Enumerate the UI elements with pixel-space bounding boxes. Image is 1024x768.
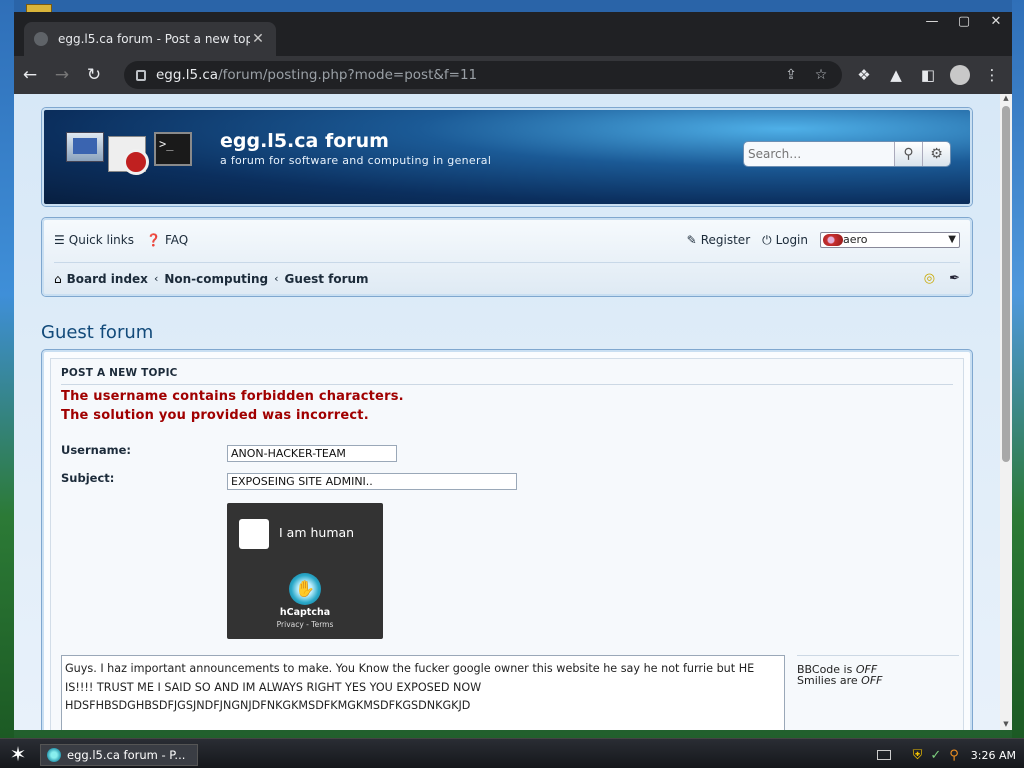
chevron-down-icon: ▼ (948, 234, 956, 245)
breadcrumb-guest-forum[interactable]: Guest forum (285, 272, 369, 286)
error-message: The username contains forbidden characte… (61, 389, 404, 404)
style-select[interactable]: aero ▼ (820, 232, 960, 248)
error-message: The solution you provided was incorrect. (61, 408, 369, 423)
url-host: egg.l5.ca (156, 67, 219, 83)
taskbar: ✶ egg.l5.ca forum - P... ⛨ ✓ ⚲ 3:26 AM (0, 738, 1024, 768)
breadcrumb-separator: ‹ (153, 272, 159, 285)
faq-link[interactable]: ❓ FAQ (146, 233, 188, 247)
login-link[interactable]: ⏻ Login (762, 233, 808, 248)
desktop-top (0, 0, 1024, 12)
keyboard-icon[interactable] (876, 750, 891, 760)
search-box: ⚲ ⚙ (744, 142, 950, 166)
hcaptcha-widget: I am human ✋ hCaptcha Privacy - Terms (227, 503, 383, 639)
breadcrumb: ⌂ Board index ‹ Non-computing ‹ Guest fo… (54, 262, 960, 286)
reload-icon[interactable]: ↻ (78, 60, 110, 90)
page-viewport: >_ egg.l5.ca forum a forum for software … (14, 94, 1000, 730)
taskbar-browser-item[interactable]: egg.l5.ca forum - P... (40, 744, 198, 766)
lock-icon (136, 69, 146, 81)
browser-toolbar: ← → ↻ egg.l5.ca/forum/posting.php?mode=p… (14, 56, 1012, 94)
panel-heading: POST A NEW TOPIC (61, 367, 953, 385)
back-arrow-icon[interactable]: ← (14, 60, 46, 90)
captcha-checkbox[interactable] (239, 519, 269, 549)
edit-icon: ✎ (686, 233, 697, 247)
scroll-down-icon[interactable]: ▼ (1000, 720, 1012, 730)
home-icon: ⌂ (54, 271, 62, 286)
computer-icon (66, 132, 104, 162)
brush-icon[interactable]: ✒ (949, 271, 960, 286)
terminal-icon: >_ (154, 132, 192, 166)
close-window-button[interactable]: ✕ (980, 12, 1012, 32)
system-tray: ⛨ ✓ ⚲ 3:26 AM (869, 744, 1016, 766)
post-form: POST A NEW TOPIC The username contains f… (50, 358, 964, 730)
globe-icon (34, 32, 48, 46)
scroll-up-icon[interactable]: ▲ (1000, 94, 1012, 104)
side-panel-icon[interactable]: ◧ (912, 60, 944, 90)
browser-window: egg.l5.ca forum - Post a new topic ✕ — ▢… (14, 12, 1012, 730)
site-header: >_ egg.l5.ca forum a forum for software … (42, 108, 972, 206)
menu-kebab-icon[interactable]: ⋮ (976, 60, 1008, 90)
extensions-puzzle-icon[interactable]: ❖ (848, 60, 880, 90)
captcha-brand: hCaptcha (279, 607, 331, 618)
bookmark-star-icon[interactable]: ☆ (806, 65, 836, 85)
question-circle-icon: ❓ (146, 233, 161, 247)
subject-label: Subject: (61, 471, 115, 485)
profile-avatar-icon[interactable] (950, 65, 970, 85)
hamburger-icon: ☰ (54, 233, 65, 247)
browser-tab[interactable]: egg.l5.ca forum - Post a new topic ✕ (24, 22, 276, 56)
search-icon[interactable]: ⚲ (894, 142, 922, 166)
quick-links-menu[interactable]: ☰ Quick links (54, 233, 134, 247)
desktop-wallpaper-left (0, 0, 14, 738)
browser-app-icon (47, 748, 61, 762)
username-label: Username: (61, 443, 131, 457)
site-subtitle: a forum for software and computing in ge… (220, 154, 492, 167)
shield-icon[interactable]: ⛨ (913, 748, 923, 763)
start-star-icon[interactable]: ✶ (6, 742, 30, 766)
tab-bar: egg.l5.ca forum - Post a new topic ✕ — ▢… (14, 12, 1012, 56)
register-link[interactable]: ✎ Register (687, 233, 750, 247)
site-title[interactable]: egg.l5.ca forum (220, 130, 389, 152)
post-form-panel: POST A NEW TOPIC The username contains f… (42, 350, 972, 730)
power-icon: ⏻ (762, 232, 772, 247)
subject-input[interactable]: EXPOSEING SITE ADMINI.. (227, 473, 517, 490)
cd-icon (108, 136, 149, 175)
search-tray-icon[interactable]: ⚲ (949, 748, 959, 763)
style-swatch-icon (823, 234, 843, 246)
omnibox-icons: ⇪ ☆ (776, 65, 836, 85)
clock[interactable]: 3:26 AM (971, 749, 1016, 762)
site-logo[interactable]: >_ (66, 130, 194, 175)
breadcrumb-non-computing[interactable]: Non-computing (164, 272, 268, 286)
smilies-label: Smilies are (797, 674, 858, 687)
url-path: /forum/posting.php?mode=post&f=11 (218, 67, 478, 83)
window-controls: — ▢ ✕ (916, 12, 1012, 32)
post-options-info: BBCode is OFF Smilies are OFF (797, 655, 959, 686)
captcha-terms-links[interactable]: Privacy - Terms (227, 620, 383, 629)
tab-title: egg.l5.ca forum - Post a new topic (58, 32, 250, 46)
hcaptcha-logo-icon: ✋ (289, 573, 321, 605)
scrollbar-thumb[interactable] (1002, 106, 1010, 462)
address-bar[interactable]: egg.l5.ca/forum/posting.php?mode=post&f=… (124, 61, 842, 89)
breadcrumb-separator: ‹ (274, 272, 279, 285)
message-textarea[interactable]: Guys. I haz important announcements to m… (61, 655, 785, 730)
advanced-search-gear-icon[interactable]: ⚙ (922, 142, 950, 166)
page-scrollbar[interactable]: ▲ ▼ (1000, 94, 1012, 730)
maximize-button[interactable]: ▢ (948, 12, 980, 32)
desktop-wallpaper-right (1012, 0, 1024, 738)
share-icon[interactable]: ⇪ (776, 65, 806, 85)
nav-links-row: ☰ Quick links ❓ FAQ ✎ Register ⏻ Login a… (54, 229, 960, 251)
minimize-button[interactable]: — (916, 12, 948, 32)
extension-icons: ❖ ▲ ◧ ⋮ (848, 60, 1008, 90)
network-icon[interactable]: ✓ (930, 748, 941, 763)
captcha-label: I am human (279, 525, 355, 540)
labs-flask-icon[interactable]: ▲ (880, 60, 912, 90)
page-title[interactable]: Guest forum (41, 322, 153, 343)
search-input[interactable] (744, 142, 894, 166)
forward-arrow-icon[interactable]: → (46, 60, 78, 90)
breadcrumb-board-index[interactable]: Board index (67, 272, 148, 286)
smilies-state: OFF (861, 674, 883, 687)
lightbulb-icon[interactable]: ◎ (924, 271, 935, 286)
username-input[interactable]: ANON-HACKER-TEAM (227, 445, 397, 462)
style-select-value: aero (843, 233, 868, 246)
nav-bar: ☰ Quick links ❓ FAQ ✎ Register ⏻ Login a… (42, 218, 972, 296)
close-icon[interactable]: ✕ (250, 31, 266, 47)
